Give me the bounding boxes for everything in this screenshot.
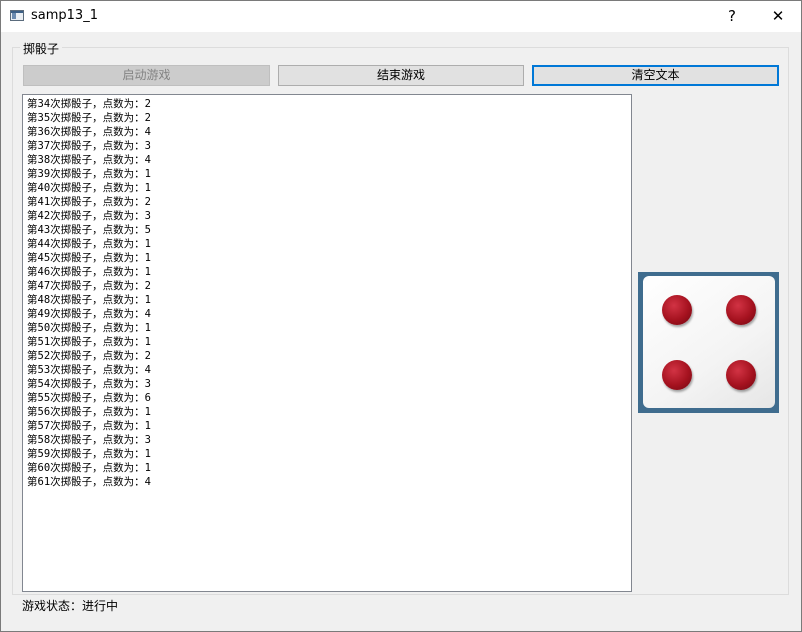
- log-line: 第59次掷骰子，点数为：1: [27, 448, 151, 460]
- log-line: 第38次掷骰子，点数为：4: [27, 154, 151, 166]
- dice-pip: [662, 360, 692, 390]
- log-line: 第37次掷骰子，点数为：3: [27, 140, 151, 152]
- log-line: 第52次掷骰子，点数为：2: [27, 350, 151, 362]
- log-line: 第36次掷骰子，点数为：4: [27, 126, 151, 138]
- log-line: 第40次掷骰子，点数为：1: [27, 182, 151, 194]
- log-line: 第47次掷骰子，点数为：2: [27, 280, 151, 292]
- log-line: 第53次掷骰子，点数为：4: [27, 364, 151, 376]
- dice-face: [643, 276, 775, 408]
- dice-pip: [662, 295, 692, 325]
- log-line: 第55次掷骰子，点数为：6: [27, 392, 151, 404]
- log-line: 第54次掷骰子，点数为：3: [27, 378, 151, 390]
- log-line: 第46次掷骰子，点数为：1: [27, 266, 151, 278]
- log-line: 第56次掷骰子，点数为：1: [27, 406, 151, 418]
- log-line: 第58次掷骰子，点数为：3: [27, 434, 151, 446]
- log-line: 第60次掷骰子，点数为：1: [27, 462, 151, 474]
- clear-text-button[interactable]: 清空文本: [532, 65, 779, 86]
- log-line: 第44次掷骰子，点数为：1: [27, 238, 151, 250]
- close-button[interactable]: ✕: [755, 1, 801, 32]
- game-status-label: 游戏状态：进行中: [22, 599, 119, 613]
- log-line: 第57次掷骰子，点数为：1: [27, 420, 151, 432]
- title-bar[interactable]: samp13_1 ? ✕: [1, 1, 801, 32]
- log-line: 第61次掷骰子，点数为：4: [27, 476, 151, 488]
- start-game-button[interactable]: 启动游戏: [23, 65, 270, 86]
- log-line: 第34次掷骰子，点数为：2: [27, 98, 151, 110]
- log-line: 第50次掷骰子，点数为：1: [27, 322, 151, 334]
- log-line: 第45次掷骰子，点数为：1: [27, 252, 151, 264]
- help-button[interactable]: ?: [709, 1, 755, 32]
- log-line: 第51次掷骰子，点数为：1: [27, 336, 151, 348]
- groupbox-title: 掷骰子: [20, 40, 63, 57]
- dice-pip: [726, 360, 756, 390]
- log-line: 第35次掷骰子，点数为：2: [27, 112, 151, 124]
- end-game-button[interactable]: 结束游戏: [278, 65, 524, 86]
- dice-image-frame: [638, 272, 779, 413]
- log-line: 第41次掷骰子，点数为：2: [27, 196, 151, 208]
- log-line: 第39次掷骰子，点数为：1: [27, 168, 151, 180]
- log-line: 第42次掷骰子，点数为：3: [27, 210, 151, 222]
- window-title: samp13_1: [31, 8, 98, 23]
- dice-pip: [726, 295, 756, 325]
- log-line: 第43次掷骰子，点数为：5: [27, 224, 151, 236]
- app-window-icon: [10, 10, 24, 21]
- roll-log-textbox[interactable]: 第34次掷骰子，点数为：2 第35次掷骰子，点数为：2 第36次掷骰子，点数为：4 第…: [22, 94, 632, 592]
- log-line: 第48次掷骰子，点数为：1: [27, 294, 151, 306]
- log-line: 第49次掷骰子，点数为：4: [27, 308, 151, 320]
